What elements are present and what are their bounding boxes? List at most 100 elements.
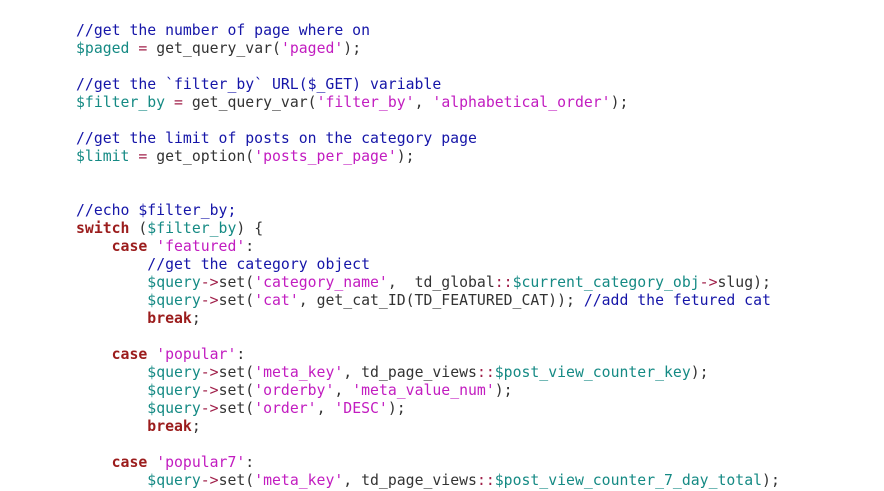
code-line[interactable]: $paged = get_query_var('paged'); bbox=[76, 40, 780, 58]
code-operator: :: bbox=[476, 472, 495, 489]
code-line[interactable]: $query->set('cat', get_cat_ID(TD_FEATURE… bbox=[76, 292, 780, 310]
code-line[interactable]: //echo $filter_by; bbox=[76, 202, 780, 220]
code-text: , bbox=[334, 382, 353, 399]
code-operator: -> bbox=[699, 274, 718, 291]
code-text: ); bbox=[387, 400, 406, 417]
code-variable: $query bbox=[147, 364, 201, 381]
code-variable: $limit bbox=[76, 148, 130, 165]
code-text: : bbox=[245, 238, 255, 255]
code-variable: $query bbox=[147, 382, 201, 399]
code-string: 'featured' bbox=[156, 238, 246, 255]
code-variable: $query bbox=[147, 292, 201, 309]
code-editor[interactable]: //get the number of page where on $paged … bbox=[76, 22, 780, 490]
code-text: , bbox=[316, 400, 335, 417]
code-line[interactable]: $query->set('orderby', 'meta_value_num')… bbox=[76, 382, 780, 400]
code-line[interactable]: ​ bbox=[76, 184, 780, 202]
code-string: 'order' bbox=[254, 400, 317, 417]
code-comment: //get the number of page where on bbox=[76, 22, 370, 39]
code-line[interactable]: ​ bbox=[76, 166, 780, 184]
code-keyword: switch bbox=[76, 220, 130, 237]
code-line[interactable]: $query->set('category_name', td_global::… bbox=[76, 274, 780, 292]
code-keyword: case bbox=[111, 238, 148, 255]
code-text: get_query_var( bbox=[147, 40, 281, 57]
code-text: ( bbox=[129, 220, 148, 237]
code-operator: -> bbox=[200, 472, 219, 489]
code-operator: :: bbox=[494, 274, 513, 291]
code-text: , td_global bbox=[387, 274, 495, 291]
code-operator: :: bbox=[476, 364, 495, 381]
code-line[interactable]: $query->set('order', 'DESC'); bbox=[76, 400, 780, 418]
code-string: 'meta_value_num' bbox=[352, 382, 495, 399]
code-line[interactable]: switch ($filter_by) { bbox=[76, 220, 780, 238]
code-string: 'DESC' bbox=[334, 400, 388, 417]
code-text: set( bbox=[218, 274, 255, 291]
code-operator: = bbox=[138, 148, 148, 165]
code-line[interactable]: break; bbox=[76, 310, 780, 328]
code-text: , get_cat_ID(TD_FEATURED_CAT)); bbox=[298, 292, 584, 309]
code-text: ); bbox=[343, 40, 362, 57]
code-comment: //add the fetured cat bbox=[583, 292, 771, 309]
code-variable: $filter_by bbox=[76, 94, 166, 111]
code-operator: = bbox=[174, 94, 183, 111]
code-text: set( bbox=[218, 292, 255, 309]
code-string: 'meta_key' bbox=[254, 472, 344, 489]
code-line[interactable]: //get the number of page where on bbox=[76, 22, 780, 40]
code-text: , bbox=[414, 94, 433, 111]
code-operator: -> bbox=[200, 400, 219, 417]
code-string: 'paged' bbox=[280, 40, 344, 57]
code-line[interactable]: $query->set('meta_key', td_page_views::$… bbox=[76, 472, 780, 490]
code-line[interactable]: $query->set('meta_key', td_page_views::$… bbox=[76, 364, 780, 382]
code-text: ); bbox=[690, 364, 709, 381]
code-text: get_option( bbox=[147, 148, 255, 165]
code-text: ); bbox=[762, 472, 780, 489]
code-string: 'popular7' bbox=[156, 454, 246, 471]
code-string: 'orderby' bbox=[254, 382, 335, 399]
code-text: ); bbox=[610, 94, 629, 111]
code-line[interactable]: case 'popular7': bbox=[76, 454, 780, 472]
code-line[interactable]: ​ bbox=[76, 112, 780, 130]
code-string: 'category_name' bbox=[254, 274, 388, 291]
code-text: , td_page_views bbox=[343, 472, 477, 489]
code-text: ); bbox=[494, 382, 513, 399]
code-line[interactable]: //get the `filter_by` URL($_GET) variabl… bbox=[76, 76, 780, 94]
code-text: set( bbox=[218, 472, 255, 489]
code-line[interactable]: ​ bbox=[76, 58, 780, 76]
code-operator: -> bbox=[200, 364, 219, 381]
code-line[interactable]: break; bbox=[76, 418, 780, 436]
code-line[interactable]: //get the category object bbox=[76, 256, 780, 274]
code-text: ) { bbox=[236, 220, 264, 237]
code-string: 'filter_by' bbox=[316, 94, 415, 111]
code-text: ); bbox=[396, 148, 415, 165]
code-line[interactable]: //get the limit of posts on the category… bbox=[76, 130, 780, 148]
code-line[interactable]: case 'popular': bbox=[76, 346, 780, 364]
code-variable: $query bbox=[147, 472, 201, 489]
code-line[interactable]: case 'featured': bbox=[76, 238, 780, 256]
code-text: , td_page_views bbox=[343, 364, 477, 381]
code-variable: $query bbox=[147, 400, 201, 417]
code-keyword: case bbox=[111, 454, 148, 471]
code-variable: $paged bbox=[76, 40, 130, 57]
code-text: set( bbox=[218, 364, 255, 381]
code-operator: -> bbox=[200, 382, 219, 399]
code-comment: //get the `filter_by` URL($_GET) variabl… bbox=[76, 76, 442, 93]
code-variable: $filter_by bbox=[147, 220, 237, 237]
code-line[interactable]: ​ bbox=[76, 436, 780, 454]
code-line[interactable]: ​ bbox=[76, 328, 780, 346]
code-comment: //echo $filter_by; bbox=[76, 202, 237, 219]
code-line[interactable]: $limit = get_option('posts_per_page'); bbox=[76, 148, 780, 166]
code-line[interactable]: $filter_by = get_query_var('filter_by', … bbox=[76, 94, 780, 112]
code-variable: $post_view_counter_7_day_total bbox=[494, 472, 763, 489]
